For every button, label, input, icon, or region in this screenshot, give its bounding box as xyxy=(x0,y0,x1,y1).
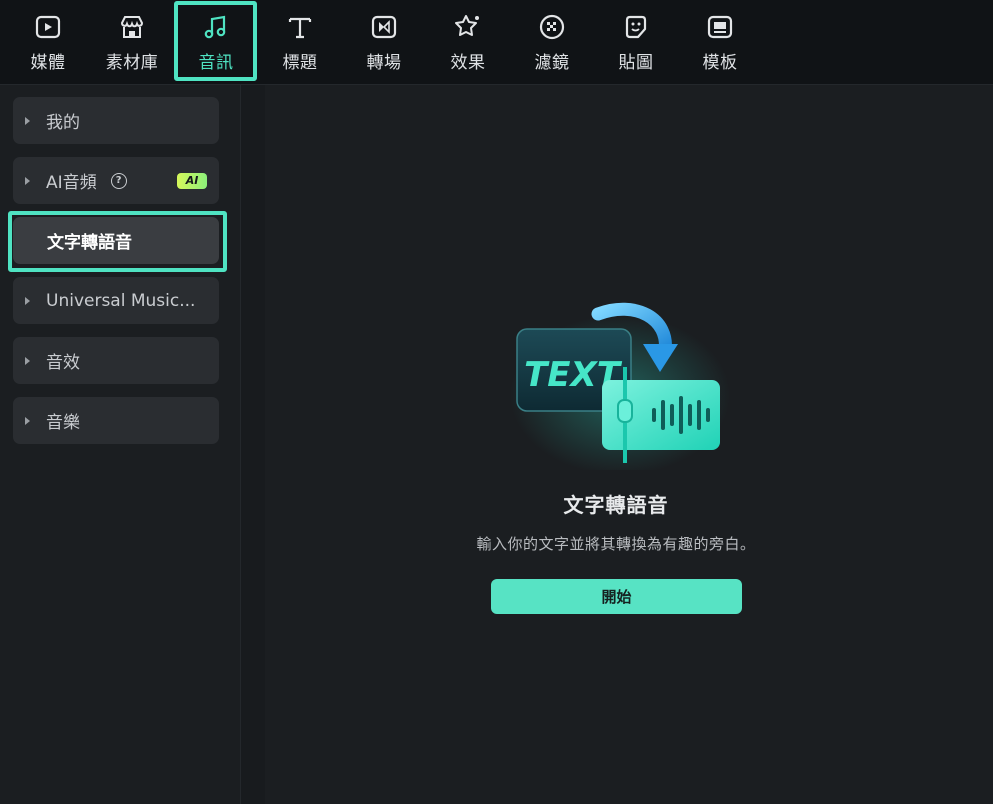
tab-templates[interactable]: 模板 xyxy=(680,0,760,84)
tab-filters-label: 濾鏡 xyxy=(534,53,570,73)
expand-caret-icon[interactable] xyxy=(25,416,30,425)
sidebar-item-mine[interactable]: 我的 xyxy=(13,97,219,144)
sidebar-item-label: 音效 xyxy=(46,353,80,373)
sidebar-item-label: AI音頻 xyxy=(46,173,97,193)
tab-store-label: 素材庫 xyxy=(105,53,159,73)
sidebar-item-label: 音樂 xyxy=(46,413,80,433)
expand-caret-icon[interactable] xyxy=(25,176,30,185)
tab-stickers[interactable]: 貼圖 xyxy=(596,0,676,84)
sticker-icon xyxy=(619,12,653,42)
tab-transitions[interactable]: 轉場 xyxy=(344,0,424,84)
tab-media-label: 媒體 xyxy=(30,53,66,73)
tab-effects[interactable]: 效果 xyxy=(428,0,508,84)
tab-effects-label: 效果 xyxy=(450,53,486,73)
expand-caret-icon[interactable] xyxy=(25,116,30,125)
tab-templates-label: 模板 xyxy=(702,53,738,73)
filter-icon xyxy=(535,12,569,42)
page-title: 文字轉語音 xyxy=(563,493,669,517)
start-button[interactable]: 開始 xyxy=(491,579,742,614)
tab-stickers-label: 貼圖 xyxy=(618,53,654,73)
template-icon xyxy=(703,12,737,42)
effects-star-icon xyxy=(451,12,485,42)
page-description: 輸入你的文字並將其轉換為有趣的旁白。 xyxy=(476,535,756,553)
ai-badge: AI xyxy=(177,173,207,189)
sidebar-item-music[interactable]: 音樂 xyxy=(13,397,219,444)
tab-media[interactable]: 媒體 xyxy=(8,0,88,84)
panel-divider xyxy=(241,85,265,804)
help-icon[interactable]: ? xyxy=(110,172,127,189)
top-toolbar: 媒體 素材庫 音訊 標題 轉場 效果 濾鏡 貼圖 模板 xyxy=(0,0,993,85)
tab-transitions-label: 轉場 xyxy=(366,53,402,73)
text-to-speech-illustration: TEXT xyxy=(510,300,730,475)
tab-store[interactable]: 素材庫 xyxy=(92,0,172,84)
tab-titles-label: 標題 xyxy=(282,53,318,73)
selected-item-highlight xyxy=(8,211,227,272)
sidebar: 我的 AI音頻 ? AI 文字轉語音 Universal Music... 音效… xyxy=(0,85,241,804)
tab-titles[interactable]: 標題 xyxy=(260,0,340,84)
sidebar-item-label: 我的 xyxy=(46,113,80,133)
transition-icon xyxy=(367,12,401,42)
sidebar-item-sound-effects[interactable]: 音效 xyxy=(13,337,219,384)
expand-caret-icon[interactable] xyxy=(25,296,30,305)
sidebar-item-ai-audio[interactable]: AI音頻 ? AI xyxy=(13,157,219,204)
tab-filters[interactable]: 濾鏡 xyxy=(512,0,592,84)
title-t-icon xyxy=(283,12,317,42)
sidebar-item-label: Universal Music... xyxy=(46,290,196,311)
active-tab-highlight xyxy=(174,1,257,81)
media-icon xyxy=(31,12,65,42)
sidebar-item-universal-music[interactable]: Universal Music... xyxy=(13,277,219,324)
store-icon xyxy=(115,12,149,42)
expand-caret-icon[interactable] xyxy=(25,356,30,365)
